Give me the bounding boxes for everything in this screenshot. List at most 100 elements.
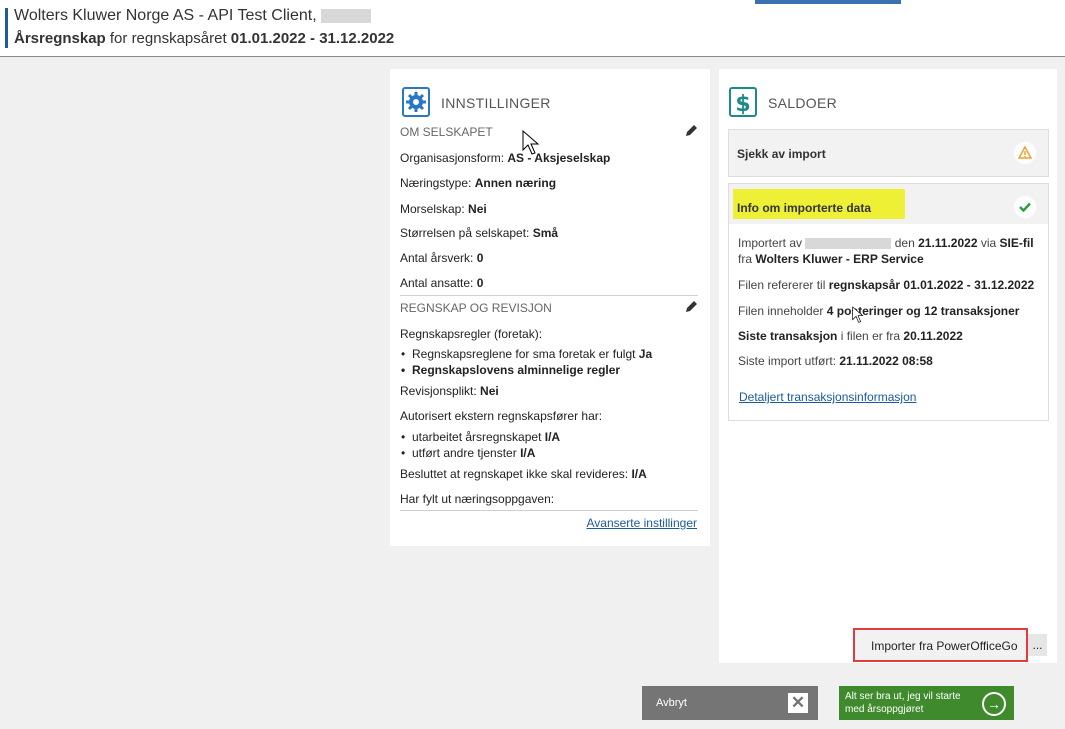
contains-row: Filen inneholder 4 posteringer og 12 tra…: [738, 304, 1019, 318]
ext2-item: utført andre tjenster I/A: [401, 446, 536, 460]
mouse-cursor-icon-2: [852, 306, 864, 323]
rule2-item: Regnskapslovens alminnelige regler: [401, 363, 620, 377]
import-check-box[interactable]: Sjekk av import: [728, 129, 1049, 177]
client-title: Wolters Kluwer Norge AS - API Test Clien…: [14, 7, 371, 25]
report-title: Årsregnskap for regnskapsåret 01.01.2022…: [14, 30, 394, 47]
report-title-strong: Årsregnskap: [14, 30, 106, 47]
transaction-details-link[interactable]: Detaljert transaksjonsinformasjon: [739, 390, 916, 404]
imported-date: 21.11.2022: [918, 236, 978, 250]
industry-label: Næringstype:: [400, 176, 472, 190]
dollar-document-icon: $: [729, 87, 757, 117]
check-import-title: Sjekk av import: [737, 147, 826, 161]
rules-label: Regnskapsregler (foretak):: [400, 327, 543, 341]
from-value: Wolters Kluwer - ERP Service: [755, 252, 924, 266]
import-poweroffice-button[interactable]: Importer fra PowerOfficeGo: [853, 628, 1028, 662]
noaudit-value: I/A: [631, 467, 647, 481]
top-action-button-edge[interactable]: [755, 0, 901, 4]
ext1-text: utarbeitet årsregnskapet: [412, 430, 542, 444]
employees-row: Antal ansatte: 0: [400, 276, 483, 290]
last-transaction-row: Siste transaksjon i filen er fra 20.11.2…: [738, 329, 963, 343]
ext2-value: I/A: [520, 446, 536, 460]
employees-label: Antal ansatte:: [400, 276, 474, 290]
warning-icon: [1014, 142, 1036, 164]
industry-row: Næringstype: Annen næring: [400, 176, 556, 190]
last-import-label: Siste import utført:: [738, 354, 837, 368]
header-accent-bar: [5, 8, 8, 48]
arrow-right-icon: →: [982, 692, 1006, 716]
balances-title: SALDOER: [768, 95, 838, 111]
import-info-box[interactable]: Info om importerte data: [728, 183, 1049, 227]
size-row: Størrelsen på selskapet: Små: [400, 226, 558, 240]
period-value: 01.01.2022 - 31.12.2022: [230, 30, 395, 47]
parent-value: Nei: [468, 202, 487, 216]
rule1-item: Regnskapsreglene for sma foretak er fulg…: [401, 347, 653, 361]
gear-icon: [402, 87, 430, 117]
contains-label: Filen inneholder: [738, 304, 824, 318]
noaudit-label: Besluttet at regnskapet ikke skal revide…: [400, 467, 629, 481]
tax-form-label: Har fylt ut næringsoppgaven:: [400, 492, 555, 506]
org-form-label: Organisasjonsform:: [400, 151, 505, 165]
org-form-row: Organisasjonsform: AS - Aksjeselskap: [400, 151, 610, 165]
redacted-client-name: [320, 8, 371, 23]
audit-value: Nei: [480, 384, 499, 398]
rule1-text: Regnskapsreglene for sma foretak er fulg…: [412, 347, 636, 361]
audit-label: Revisjonsplikt:: [400, 384, 477, 398]
size-value: Små: [532, 226, 559, 240]
external-label: Autorisert ekstern regnskapsfører har:: [400, 409, 603, 423]
last-trans-mid: i filen er fra: [840, 329, 901, 343]
refers-value: regnskapsår 01.01.2022 - 31.12.2022: [828, 278, 1035, 292]
bottom-divider: [400, 510, 698, 511]
imported-by-label: Importert av: [738, 236, 803, 250]
rule1-value: Ja: [638, 347, 653, 361]
proceed-button[interactable]: Alt ser bra ut, jeg vil starte med årsop…: [839, 686, 1014, 720]
balances-panel: $ SALDOER Sjekk av import Info om import…: [719, 69, 1057, 663]
last-trans-value: 20.11.2022: [903, 329, 963, 343]
via-value: SIE-fil: [999, 236, 1034, 250]
page-header: Wolters Kluwer Norge AS - API Test Clien…: [0, 0, 1065, 57]
period-prefix: for regnskapsåret: [109, 30, 227, 47]
date-prefix: den: [894, 236, 915, 250]
last-import-row: Siste import utført: 21.11.2022 08:58: [738, 354, 933, 368]
imported-by-row: Importert av den 21.11.2022 via SIE-fil: [738, 236, 1034, 250]
edit-about-pencil-icon[interactable]: [684, 124, 698, 138]
refers-label: Filen refererer til: [738, 278, 826, 292]
about-company-heading: OM SELSKAPET: [400, 125, 493, 139]
import-button-label: Importer fra PowerOfficeGo: [871, 639, 1018, 653]
close-icon: ✕: [788, 693, 808, 713]
proceed-label: Alt ser bra ut, jeg vil starte med årsop…: [845, 691, 961, 715]
advanced-settings-link[interactable]: Avanserte instillinger: [586, 516, 697, 530]
via-label: via: [980, 236, 997, 250]
settings-title: INNSTILLINGER: [441, 95, 551, 111]
employees-value: 0: [476, 276, 484, 290]
noaudit-row: Besluttet at regnskapet ikke skal revide…: [400, 467, 647, 481]
cancel-button[interactable]: Avbryt ✕: [642, 686, 818, 720]
client-title-text: Wolters Kluwer Norge AS - API Test Clien…: [14, 7, 317, 24]
last-import-value: 21.11.2022 08:58: [839, 354, 933, 368]
fte-row: Antal årsverk: 0: [400, 251, 483, 265]
info-title: Info om importerte data: [737, 201, 872, 215]
cancel-label: Avbryt: [656, 697, 687, 709]
parent-row: Morselskap: Nei: [400, 202, 487, 216]
mouse-cursor-icon: [522, 130, 540, 155]
import-info-details: Importert av den 21.11.2022 via SIE-fil …: [728, 224, 1049, 421]
ext2-text: utført andre tjenster: [412, 446, 517, 460]
svg-text:$: $: [735, 92, 750, 117]
section-divider: [400, 295, 698, 296]
ext1-item: utarbeitet årsregnskapet I/A: [401, 430, 561, 444]
from-label: fra: [738, 252, 753, 266]
ext1-value: I/A: [544, 430, 561, 444]
more-options-button[interactable]: ...: [1028, 634, 1047, 656]
from-row: fra Wolters Kluwer - ERP Service: [738, 252, 924, 266]
audit-row: Revisjonsplikt: Nei: [400, 384, 499, 398]
fte-label: Antal årsverk:: [400, 251, 474, 265]
checkmark-icon: [1014, 196, 1036, 218]
edit-accounting-pencil-icon[interactable]: [684, 300, 698, 314]
redacted-user: [805, 238, 892, 250]
accounting-heading: REGNSKAP OG REVISJON: [400, 301, 552, 315]
fte-value: 0: [476, 251, 484, 265]
settings-panel: INNSTILLINGER OM SELSKAPET Organisasjons…: [390, 69, 710, 546]
size-label: Størrelsen på selskapet:: [400, 226, 530, 240]
industry-value: Annen næring: [474, 176, 557, 190]
parent-label: Morselskap:: [400, 202, 465, 216]
refers-row: Filen refererer til regnskapsår 01.01.20…: [738, 278, 1034, 292]
